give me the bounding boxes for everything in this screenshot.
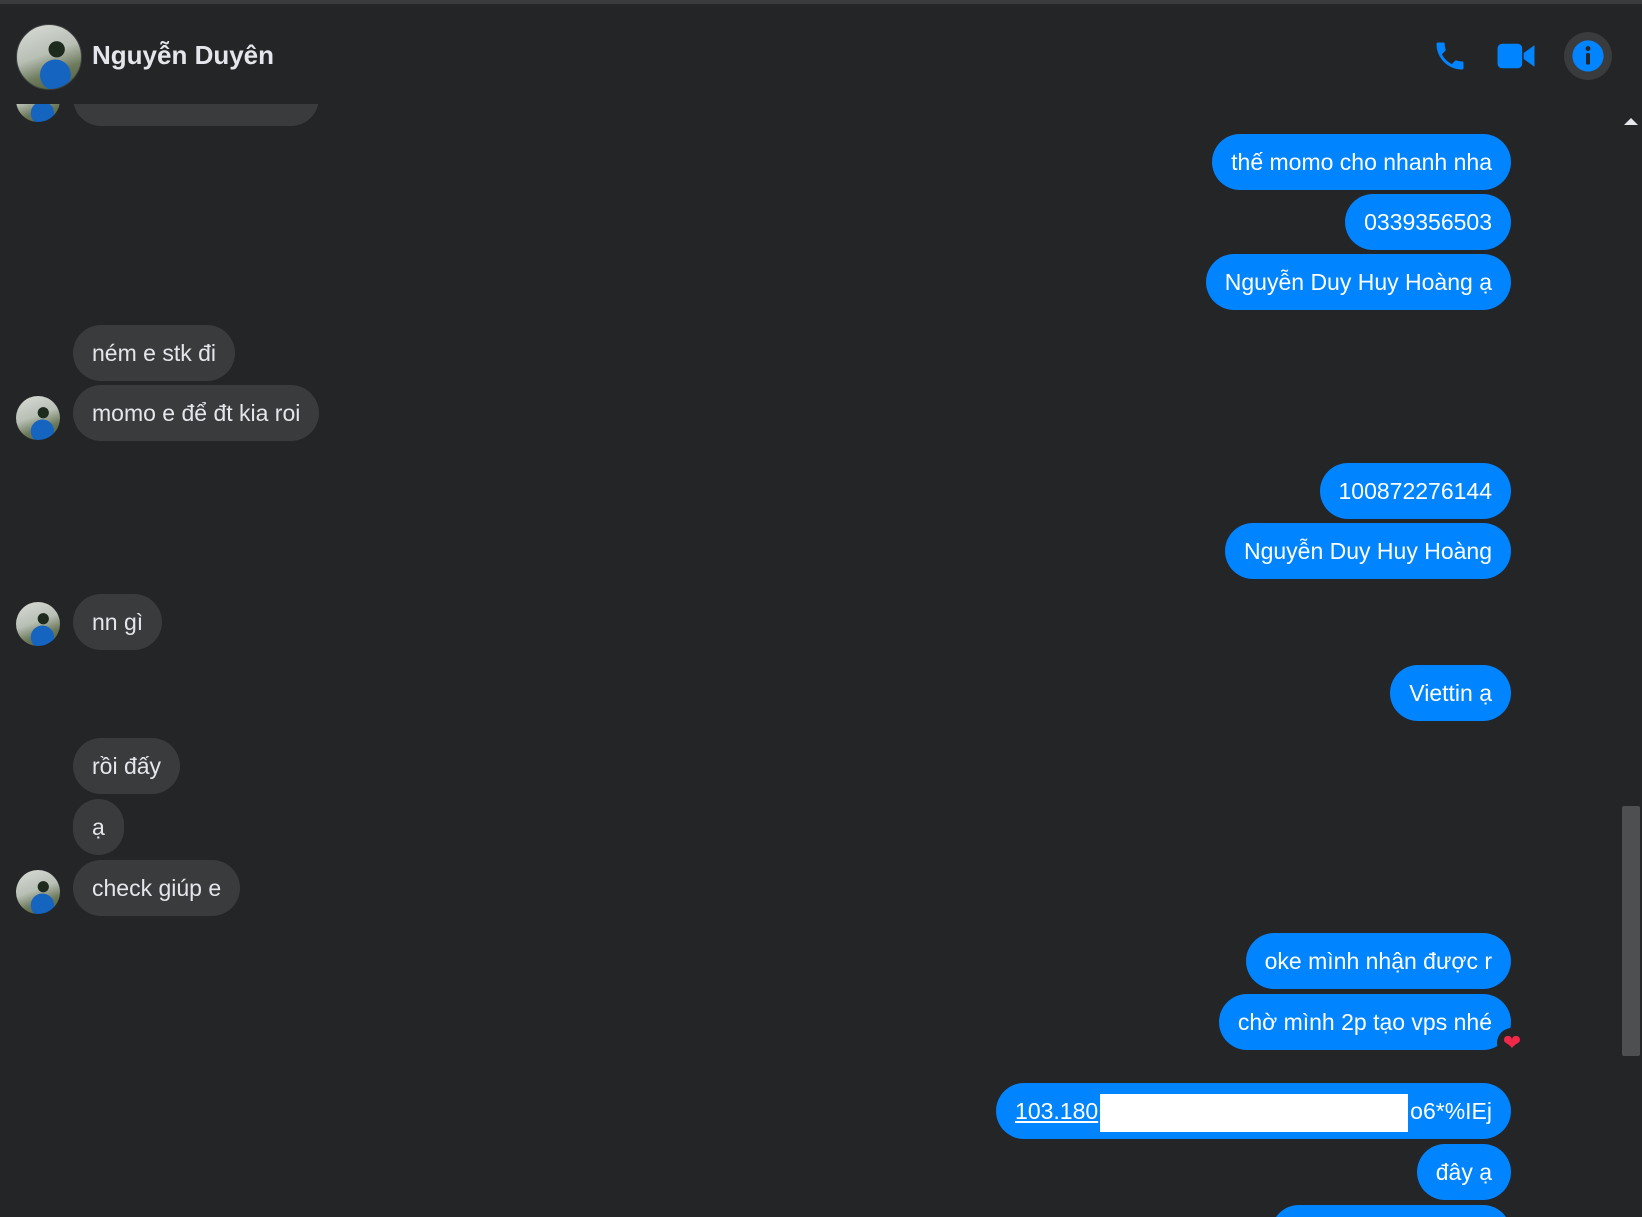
message-bubble-incoming[interactable]: nn gì <box>73 594 163 650</box>
contact-avatar-small <box>16 870 60 914</box>
info-icon[interactable] <box>1564 32 1612 80</box>
message-list[interactable]: thế momo cho nhanh nha 0339356503 Nguyễn… <box>0 104 1620 1217</box>
message-bubble-outgoing[interactable]: Nguyễn Duy Huy Hoàng ạ <box>1205 254 1511 310</box>
video-camera-icon[interactable] <box>1494 34 1538 78</box>
message-bubble-outgoing[interactable]: Viettin ạ <box>1390 665 1511 721</box>
conversation-header: Nguyễn Duyên <box>0 4 1642 104</box>
contact-avatar-small <box>16 396 60 440</box>
phone-icon[interactable] <box>1428 34 1472 78</box>
contact-avatar-small <box>16 104 60 122</box>
redaction-box <box>1100 1093 1409 1132</box>
heart-reaction-icon[interactable]: ❤ <box>1497 1028 1527 1058</box>
message-bubble-outgoing[interactable]: oke mình nhận được r <box>1245 933 1511 989</box>
message-bubble-outgoing[interactable]: thế momo cho nhanh nha <box>1212 134 1511 190</box>
message-bubble-outgoing[interactable]: 0339356503 <box>1345 194 1511 250</box>
message-bubble-incoming[interactable]: check giúp e <box>73 860 241 916</box>
message-bubble-incoming[interactable]: momo e để đt kia roi <box>73 385 320 441</box>
scrollbar-thumb[interactable] <box>1622 806 1640 1056</box>
message-bubble-incoming[interactable]: ném e stk đi <box>73 325 235 381</box>
message-bubble-outgoing[interactable]: chờ mình 2p tạo vps nhé <box>1218 994 1511 1050</box>
message-bubble-incoming[interactable]: ạ <box>73 799 124 855</box>
message-bubble-partial <box>73 104 319 126</box>
message-bubble-outgoing[interactable]: 100872276144 <box>1319 463 1511 519</box>
message-link[interactable]: 103.180 <box>1015 1098 1098 1124</box>
message-bubble-partial <box>1271 1205 1511 1217</box>
message-bubble-outgoing[interactable]: đây ạ <box>1416 1144 1511 1200</box>
message-bubble-outgoing-link[interactable]: 103.180 o6*%IEj <box>996 1083 1511 1139</box>
contact-avatar[interactable] <box>16 24 82 90</box>
message-suffix: o6*%IEj <box>1410 1098 1492 1124</box>
contact-name[interactable]: Nguyễn Duyên <box>92 40 274 71</box>
scroll-up-arrow-icon[interactable] <box>1624 118 1638 125</box>
message-bubble-incoming[interactable]: rồi đấy <box>73 738 181 794</box>
message-bubble-outgoing[interactable]: Nguyễn Duy Huy Hoàng <box>1224 523 1511 579</box>
contact-avatar-small <box>16 602 60 646</box>
